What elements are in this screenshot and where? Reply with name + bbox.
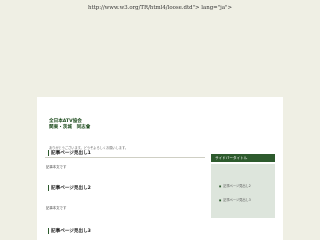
site-title-line-2: 関東・茨城 同志會 bbox=[49, 124, 91, 130]
post-title-2[interactable]: 記事ページ見出し2 bbox=[48, 185, 91, 191]
page-container: 全日本ATV協会 関東・茨城 同志會 ありがとうございます。どうぞよろしくお願い… bbox=[37, 97, 283, 240]
sidebar-title: サイドバータイトル bbox=[211, 154, 275, 162]
doctype-text: http://www.w3.org/TR/html4/loose.dtd"> l… bbox=[87, 5, 233, 11]
post-title-1[interactable]: 記事ページ見出し1 bbox=[48, 150, 91, 156]
post-divider bbox=[45, 157, 205, 158]
post-title-3[interactable]: 記事ページ見出し3 bbox=[48, 228, 91, 234]
sidebar-link-2[interactable]: 記事ページ見出し3 bbox=[219, 197, 250, 202]
sidebar-link-1[interactable]: 記事ページ見出し2 bbox=[219, 183, 250, 188]
post-body-1: 記事本文です bbox=[46, 165, 67, 169]
site-title[interactable]: 全日本ATV協会 関東・茨城 同志會 bbox=[49, 119, 139, 130]
sidebar-box: 記事ページ見出し2 記事ページ見出し3 bbox=[211, 164, 275, 218]
post-body-2: 記事本文です bbox=[46, 206, 67, 210]
